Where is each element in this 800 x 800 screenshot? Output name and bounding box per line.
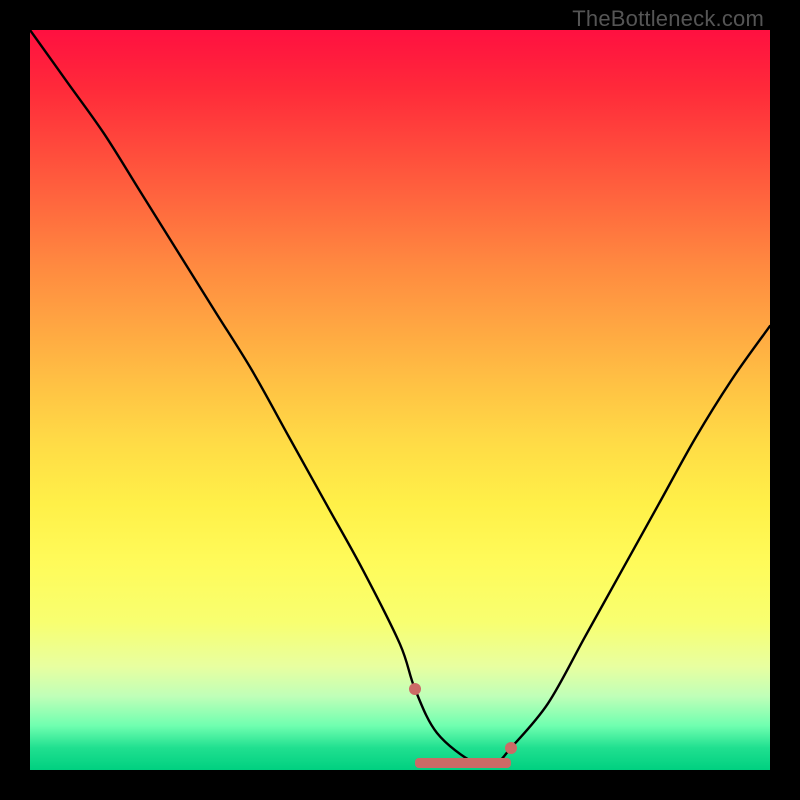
bottleneck-curve [30, 30, 770, 765]
watermark: TheBottleneck.com [572, 6, 764, 32]
curve-svg [30, 30, 770, 770]
highlight-band [415, 758, 511, 768]
plot-area [30, 30, 770, 770]
chart-frame: TheBottleneck.com [0, 0, 800, 800]
highlight-dot-right [505, 742, 517, 754]
highlight-dot-left [409, 683, 421, 695]
